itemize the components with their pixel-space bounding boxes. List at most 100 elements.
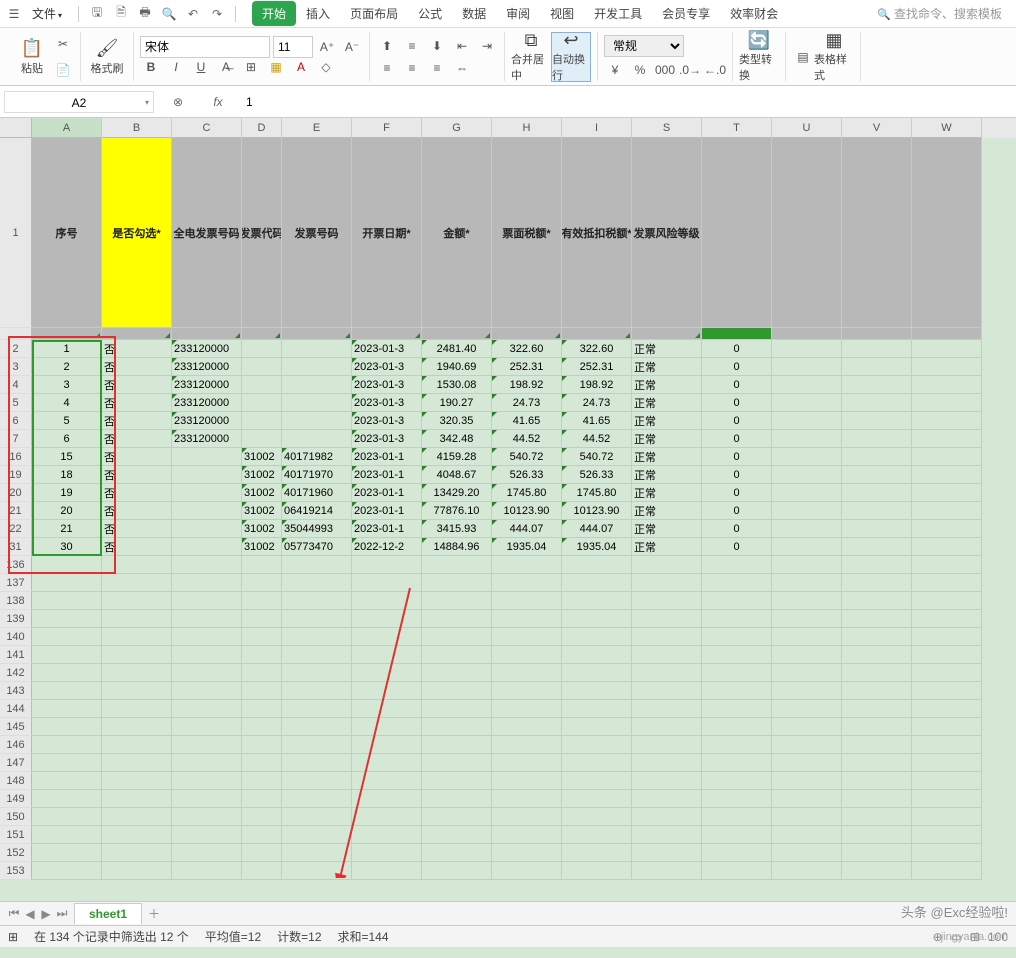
- cell-E21[interactable]: 06419214: [282, 502, 352, 520]
- cell-D140[interactable]: [242, 628, 282, 646]
- cell-B137[interactable]: [102, 574, 172, 592]
- row-head-144[interactable]: 144: [0, 700, 32, 718]
- search-input[interactable]: 查找命令、搜索模板: [877, 5, 1012, 22]
- cell-B21[interactable]: 否: [102, 502, 172, 520]
- cell-S20[interactable]: 正常: [632, 484, 702, 502]
- cell-T139[interactable]: [702, 610, 772, 628]
- cell-D4[interactable]: [242, 376, 282, 394]
- cell-I19[interactable]: 526.33: [562, 466, 632, 484]
- cell-U148[interactable]: [772, 772, 842, 790]
- cell-T7[interactable]: 0: [702, 430, 772, 448]
- cell-A140[interactable]: [32, 628, 102, 646]
- cell-H143[interactable]: [492, 682, 562, 700]
- cell-U142[interactable]: [772, 664, 842, 682]
- cell-U7[interactable]: [772, 430, 842, 448]
- header-cell-T[interactable]: [702, 138, 772, 328]
- cell-E6[interactable]: [282, 412, 352, 430]
- cell-C139[interactable]: [172, 610, 242, 628]
- cell-T16[interactable]: 0: [702, 448, 772, 466]
- table-style-button[interactable]: ▦表格样式: [814, 32, 854, 82]
- tab-vip[interactable]: 会员专享: [652, 1, 720, 26]
- filter-dropdown-D[interactable]: [242, 328, 282, 340]
- cell-S147[interactable]: [632, 754, 702, 772]
- cell-U144[interactable]: [772, 700, 842, 718]
- cell-U137[interactable]: [772, 574, 842, 592]
- fill-color-button[interactable]: ▦: [265, 56, 287, 78]
- cell-E148[interactable]: [282, 772, 352, 790]
- cell-S31[interactable]: 正常: [632, 538, 702, 556]
- cell-F152[interactable]: [352, 844, 422, 862]
- cell-A141[interactable]: [32, 646, 102, 664]
- cell-B149[interactable]: [102, 790, 172, 808]
- cell-S4[interactable]: 正常: [632, 376, 702, 394]
- cell-E149[interactable]: [282, 790, 352, 808]
- cell-I6[interactable]: 41.65: [562, 412, 632, 430]
- cell-D143[interactable]: [242, 682, 282, 700]
- cell-H22[interactable]: 444.07: [492, 520, 562, 538]
- formula-input[interactable]: 1: [238, 95, 1016, 109]
- cell-W150[interactable]: [912, 808, 982, 826]
- cell-T21[interactable]: 0: [702, 502, 772, 520]
- cell-W4[interactable]: [912, 376, 982, 394]
- cell-G3[interactable]: 1940.69: [422, 358, 492, 376]
- cell-C142[interactable]: [172, 664, 242, 682]
- row-head-1[interactable]: 1: [0, 138, 32, 328]
- cell-V5[interactable]: [842, 394, 912, 412]
- row-head-4[interactable]: 4: [0, 376, 32, 394]
- cell-W144[interactable]: [912, 700, 982, 718]
- save-icon[interactable]: 🖫: [88, 5, 106, 23]
- cell-F147[interactable]: [352, 754, 422, 772]
- cut-icon[interactable]: ✂: [52, 33, 74, 55]
- cell-A21[interactable]: 20: [32, 502, 102, 520]
- cell-F149[interactable]: [352, 790, 422, 808]
- filter-dropdown-U[interactable]: [772, 328, 842, 340]
- cell-W153[interactable]: [912, 862, 982, 880]
- cell-V150[interactable]: [842, 808, 912, 826]
- cell-S136[interactable]: [632, 556, 702, 574]
- align-top-icon[interactable]: ⬆: [376, 35, 398, 57]
- cell-E144[interactable]: [282, 700, 352, 718]
- cell-T148[interactable]: [702, 772, 772, 790]
- underline-button[interactable]: U: [190, 56, 212, 78]
- cell-H152[interactable]: [492, 844, 562, 862]
- cell-C19[interactable]: [172, 466, 242, 484]
- cell-C149[interactable]: [172, 790, 242, 808]
- cell-U138[interactable]: [772, 592, 842, 610]
- cell-G142[interactable]: [422, 664, 492, 682]
- cell-A16[interactable]: 15: [32, 448, 102, 466]
- cell-H4[interactable]: 198.92: [492, 376, 562, 394]
- cell-D137[interactable]: [242, 574, 282, 592]
- cell-C16[interactable]: [172, 448, 242, 466]
- cell-E153[interactable]: [282, 862, 352, 880]
- cell-A138[interactable]: [32, 592, 102, 610]
- cell-U153[interactable]: [772, 862, 842, 880]
- filter-dropdown-V[interactable]: [842, 328, 912, 340]
- align-center-icon[interactable]: ≡: [401, 57, 423, 79]
- cell-G4[interactable]: 1530.08: [422, 376, 492, 394]
- row-head-153[interactable]: 153: [0, 862, 32, 880]
- cell-H142[interactable]: [492, 664, 562, 682]
- cell-C144[interactable]: [172, 700, 242, 718]
- cell-F31[interactable]: 2022-12-2: [352, 538, 422, 556]
- row-head-137[interactable]: 137: [0, 574, 32, 592]
- cell-V2[interactable]: [842, 340, 912, 358]
- cell-V151[interactable]: [842, 826, 912, 844]
- cell-D16[interactable]: 31002: [242, 448, 282, 466]
- cell-I144[interactable]: [562, 700, 632, 718]
- cell-T143[interactable]: [702, 682, 772, 700]
- col-head-G[interactable]: G: [422, 118, 492, 138]
- cell-D21[interactable]: 31002: [242, 502, 282, 520]
- cell-C146[interactable]: [172, 736, 242, 754]
- distribute-icon[interactable]: ⇔: [451, 57, 473, 79]
- cell-F16[interactable]: 2023-01-1: [352, 448, 422, 466]
- increase-font-icon[interactable]: A⁺: [316, 36, 338, 58]
- file-menu[interactable]: 文件: [26, 3, 68, 24]
- row-head-31[interactable]: 31: [0, 538, 32, 556]
- cell-S5[interactable]: 正常: [632, 394, 702, 412]
- filter-dropdown-C[interactable]: [172, 328, 242, 340]
- type-convert-button[interactable]: 🔄类型转换: [739, 32, 779, 82]
- cell-D7[interactable]: [242, 430, 282, 448]
- cond-format-icon[interactable]: ▤: [792, 46, 814, 68]
- filter-dropdown-I[interactable]: [562, 328, 632, 340]
- cell-T136[interactable]: [702, 556, 772, 574]
